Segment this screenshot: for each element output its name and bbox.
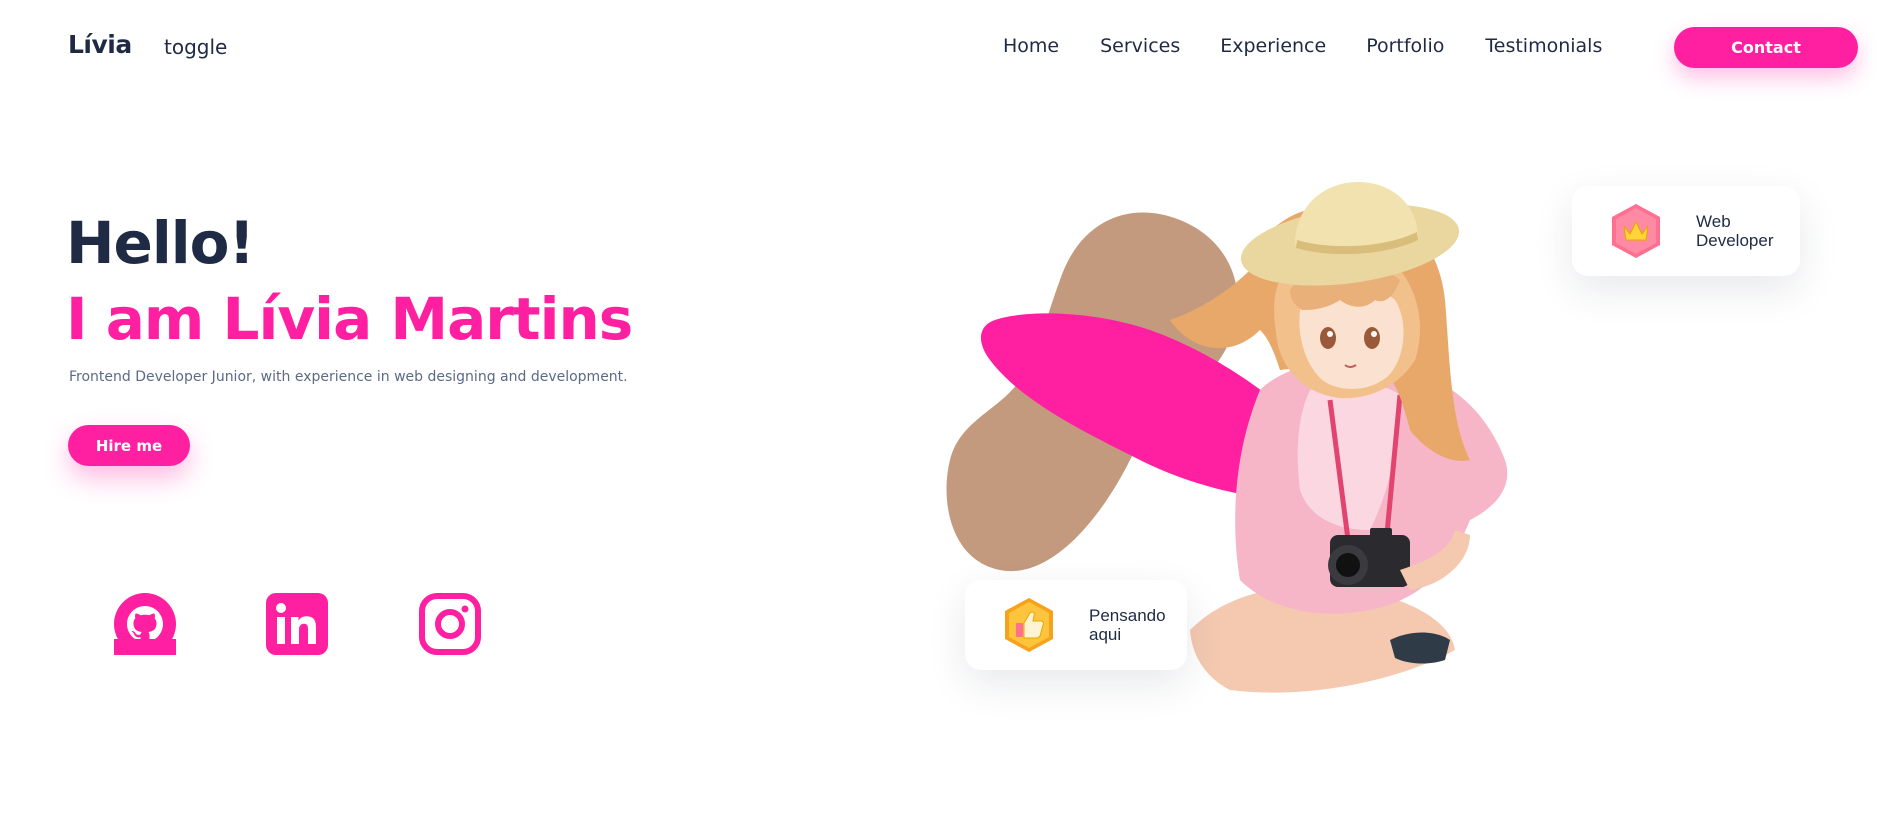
- instagram-link[interactable]: [419, 593, 481, 655]
- github-icon: [114, 593, 176, 655]
- card-web-line2: Developer: [1696, 231, 1774, 250]
- nav-portfolio[interactable]: Portfolio: [1366, 35, 1444, 57]
- web-developer-card: Web Developer: [1572, 186, 1800, 276]
- crown-icon: [1610, 202, 1662, 260]
- card-web-line1: Web: [1696, 212, 1731, 231]
- card-think-line1: Pensando: [1089, 606, 1166, 625]
- linkedin-link[interactable]: [266, 593, 328, 655]
- hire-me-button[interactable]: Hire me: [68, 425, 190, 466]
- theme-toggle[interactable]: toggle: [164, 35, 227, 59]
- main-menu: Home Services Experience Portfolio Testi…: [1003, 35, 1602, 57]
- linkedin-icon: [266, 593, 328, 655]
- nav-services[interactable]: Services: [1100, 35, 1180, 57]
- thumbs-up-icon: [1003, 596, 1055, 654]
- instagram-icon: [419, 593, 481, 655]
- hero-name: I am Lívia Martins: [66, 285, 633, 353]
- hero-description: Frontend Developer Junior, with experien…: [69, 369, 628, 385]
- nav-testimonials[interactable]: Testimonials: [1485, 35, 1602, 57]
- hero-greeting: Hello!: [66, 209, 255, 277]
- nav-experience[interactable]: Experience: [1220, 35, 1326, 57]
- github-link[interactable]: [114, 593, 176, 655]
- card-think-line2: aqui: [1089, 625, 1122, 644]
- navbar: Lívia toggle Home Services Experience Po…: [0, 0, 1890, 96]
- contact-button[interactable]: Contact: [1674, 27, 1858, 68]
- nav-home[interactable]: Home: [1003, 35, 1059, 57]
- thinking-card: Pensando aqui: [965, 580, 1187, 670]
- site-logo[interactable]: Lívia: [68, 30, 132, 59]
